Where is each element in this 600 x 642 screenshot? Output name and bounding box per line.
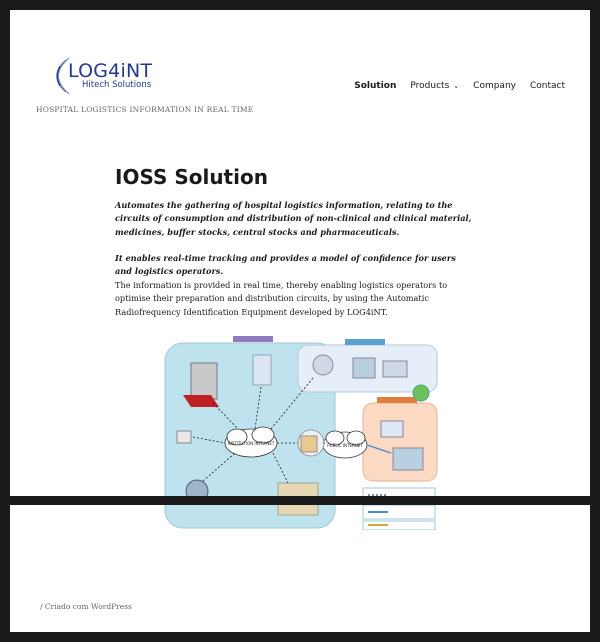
- description-paragraph: The information is provided in real time…: [115, 280, 448, 317]
- logo-subtitle: Hitech Solutions: [82, 80, 152, 90]
- chevron-down-icon[interactable]: ⌄: [453, 82, 459, 90]
- intro-paragraph: Automates the gathering of hospital logi…: [115, 200, 472, 237]
- site-tagline: HOSPITAL LOGISTICS INFORMATION IN REAL T…: [36, 105, 254, 114]
- tracking-paragraph: It enables real-time tracking and provid…: [115, 253, 456, 277]
- internet-label: PUBLIC INTERNET: [327, 443, 363, 448]
- nav-item-products[interactable]: Products ⌄: [410, 81, 459, 91]
- page-title: IOSS Solution: [115, 165, 268, 189]
- nav-item-solution[interactable]: Solution: [354, 81, 396, 91]
- intranet-label: INSTITUTION INTRANET: [228, 441, 275, 446]
- nav-item-company[interactable]: Company: [473, 81, 516, 91]
- footer-credit[interactable]: / Criado com WordPress: [40, 602, 132, 611]
- overlay-bar: [10, 496, 590, 505]
- page: LOG4iNT Hitech Solutions HOSPITAL LOGIST…: [10, 10, 590, 632]
- nav-item-products-label: Products: [410, 81, 450, 91]
- nav-item-contact[interactable]: Contact: [530, 81, 565, 91]
- main-nav: Solution Products ⌄ Company Contact: [354, 81, 565, 91]
- logo-text[interactable]: LOG4iNT: [68, 60, 152, 82]
